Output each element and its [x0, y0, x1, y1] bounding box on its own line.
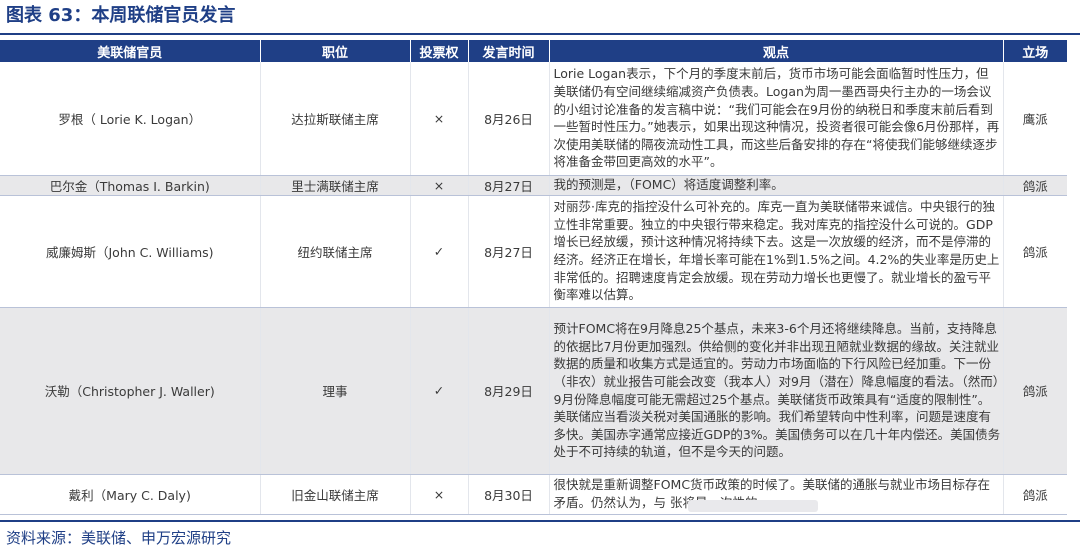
- official-position: 达拉斯联储主席: [260, 62, 411, 176]
- official-name: 戴利（Mary C. Daly): [0, 474, 261, 515]
- table-row: 戴利（Mary C. Daly) 旧金山联储主席 × 8月30日 很快就是重新调…: [0, 474, 1067, 515]
- vote-mark: ✓: [410, 195, 469, 308]
- vote-mark: ×: [410, 175, 469, 196]
- official-position: 里士满联储主席: [260, 175, 411, 196]
- speech-view: Lorie Logan表示，下个月的季度末前后，货币市场可能会面临暂时性压力，但…: [549, 62, 1004, 176]
- bottom-rule: [0, 520, 1080, 522]
- title-rule: [0, 33, 1080, 35]
- official-name: 巴尔金（Thomas I. Barkin): [0, 175, 261, 196]
- stance-label: 鹰派: [1003, 62, 1067, 176]
- obscured-text-overlay: [688, 500, 818, 512]
- vote-mark: ✓: [410, 307, 469, 475]
- official-position: 旧金山联储主席: [260, 474, 411, 515]
- official-name: 罗根（ Lorie K. Logan）: [0, 62, 261, 176]
- figure-title: 图表 63：本周联储官员发言: [6, 5, 236, 26]
- stance-label: 鸽派: [1003, 307, 1067, 475]
- speech-date: 8月27日: [468, 195, 550, 308]
- vote-mark: ×: [410, 474, 469, 515]
- table-row: 威廉姆斯（John C. Williams) 纽约联储主席 ✓ 8月27日 对丽…: [0, 195, 1067, 308]
- header-official: 美联储官员: [0, 40, 261, 62]
- speech-date: 8月27日: [468, 175, 550, 196]
- official-position: 理事: [260, 307, 411, 475]
- header-view: 观点: [549, 40, 1004, 62]
- table-row: 巴尔金（Thomas I. Barkin) 里士满联储主席 × 8月27日 我的…: [0, 175, 1067, 196]
- official-position: 纽约联储主席: [260, 195, 411, 308]
- stance-label: 鸽派: [1003, 195, 1067, 308]
- speech-date: 8月30日: [468, 474, 550, 515]
- stance-label: 鸽派: [1003, 474, 1067, 515]
- speech-date: 8月26日: [468, 62, 550, 176]
- header-vote: 投票权: [410, 40, 469, 62]
- header-stance: 立场: [1003, 40, 1067, 62]
- table-row: 沃勒（Christopher J. Waller) 理事 ✓ 8月29日 预计F…: [0, 307, 1067, 475]
- table-header-row: 美联储官员 职位 投票权 发言时间 观点 立场: [0, 40, 1067, 62]
- table-row: 罗根（ Lorie K. Logan） 达拉斯联储主席 × 8月26日 Lori…: [0, 62, 1067, 176]
- vote-mark: ×: [410, 62, 469, 176]
- stance-label: 鸽派: [1003, 175, 1067, 196]
- source-note: 资料来源：美联储、申万宏源研究: [6, 529, 232, 547]
- officials-table: 美联储官员 职位 投票权 发言时间 观点 立场 罗根（ Lorie K. Log…: [0, 40, 1067, 515]
- header-position: 职位: [260, 40, 411, 62]
- official-name: 沃勒（Christopher J. Waller): [0, 307, 261, 475]
- header-date: 发言时间: [468, 40, 550, 62]
- speech-view: 预计FOMC将在9月降息25个基点，未来3-6个月还将继续降息。当前，支持降息的…: [549, 307, 1004, 475]
- speech-date: 8月29日: [468, 307, 550, 475]
- speech-view: 对丽莎·库克的指控没什么可补充的。库克一直为美联储带来诚信。中央银行的独立性非常…: [549, 195, 1004, 308]
- speech-view: 我的预测是，（FOMC）将适度调整利率。: [549, 175, 1004, 196]
- official-name: 威廉姆斯（John C. Williams): [0, 195, 261, 308]
